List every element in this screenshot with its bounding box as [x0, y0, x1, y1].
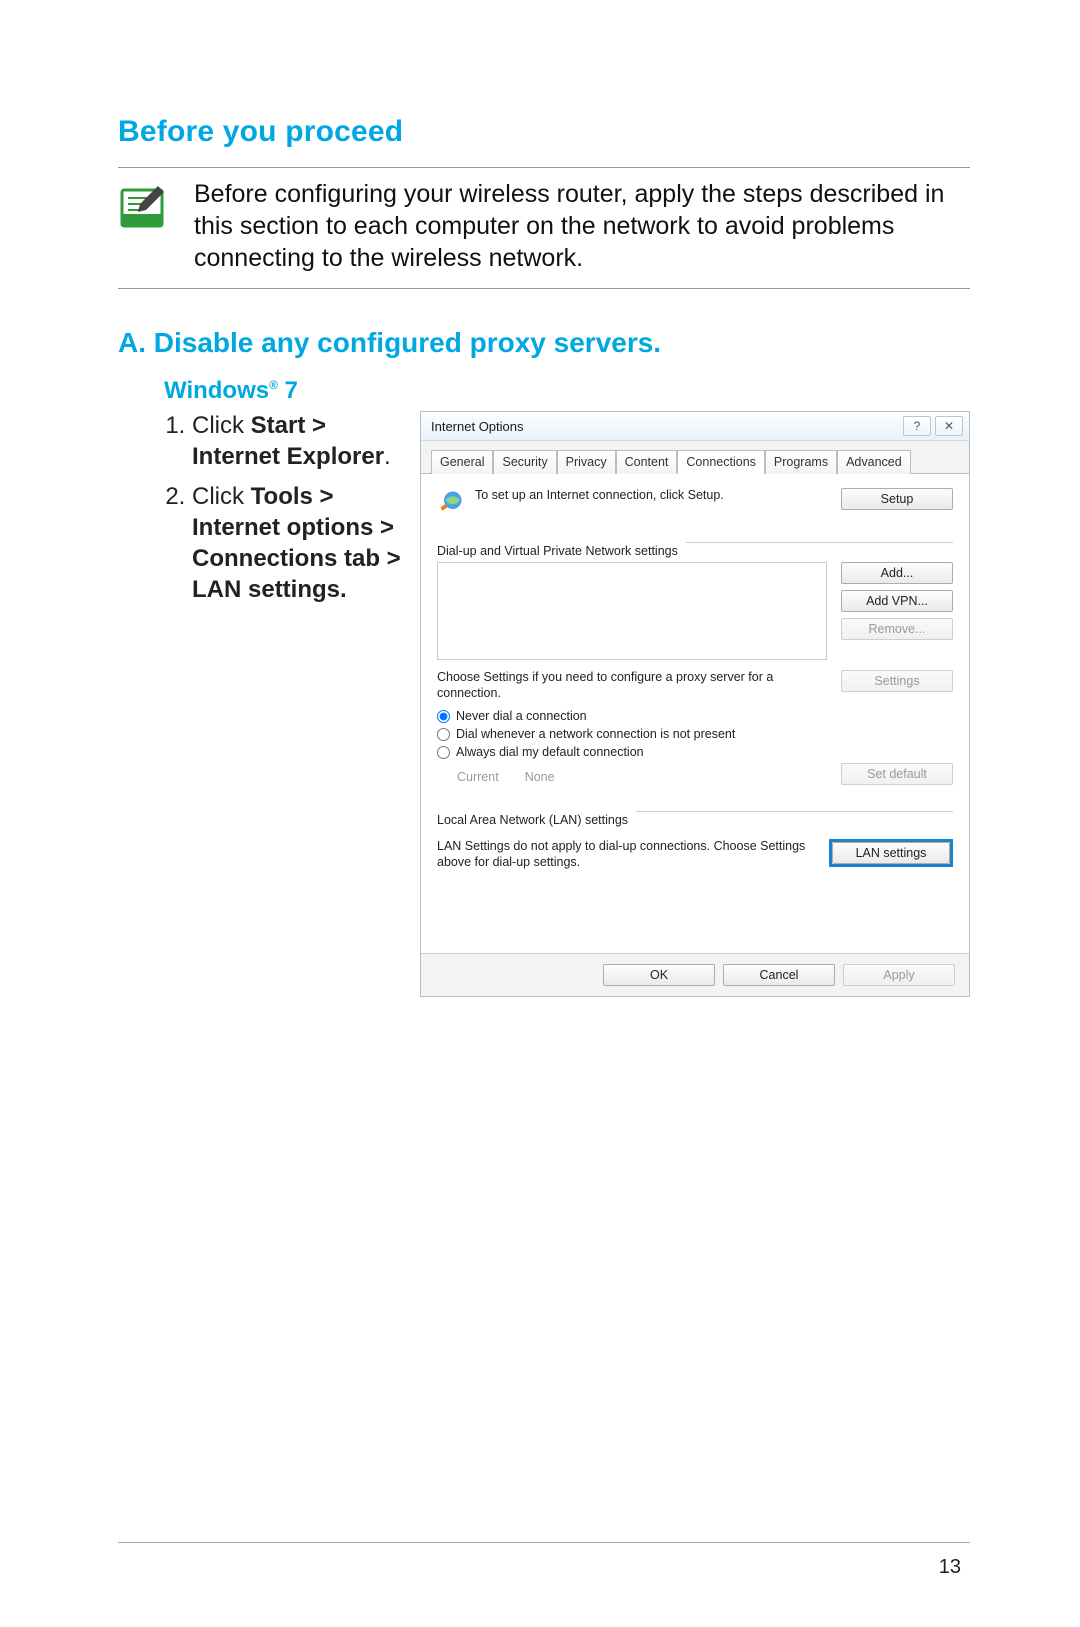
radio-label: Never dial a connection — [456, 709, 587, 723]
globe-icon — [437, 488, 465, 516]
current-label: Current — [457, 770, 499, 784]
group-dialup-label: Dial-up and Virtual Private Network sett… — [437, 544, 678, 558]
settings-button[interactable]: Settings — [841, 670, 953, 692]
close-icon[interactable]: ✕ — [935, 416, 963, 436]
heading-os: Windows® 7 — [164, 377, 970, 405]
set-default-button[interactable]: Set default — [841, 763, 953, 785]
step-1: Click Start > Internet Explorer. — [192, 411, 412, 472]
tab-privacy[interactable]: Privacy — [557, 450, 616, 474]
radio-always-dial[interactable]: Always dial my default connection — [437, 745, 953, 759]
steps-list: Click Start > Internet Explorer. Click T… — [164, 411, 412, 605]
heading-section-a: A. Disable any configured proxy servers. — [118, 327, 970, 359]
add-button[interactable]: Add... — [841, 562, 953, 584]
os-version: 7 — [278, 377, 298, 404]
lan-help-text: LAN Settings do not apply to dial-up con… — [437, 839, 815, 870]
lan-settings-button[interactable]: LAN settings — [832, 842, 950, 864]
remove-button[interactable]: Remove... — [841, 618, 953, 640]
dialog-tabs: General Security Privacy Content Connect… — [421, 441, 969, 474]
step-text: Click — [192, 412, 251, 439]
tab-content[interactable]: Content — [616, 450, 678, 474]
group-lan-label: Local Area Network (LAN) settings — [437, 813, 628, 827]
radio-input[interactable] — [437, 710, 450, 723]
ok-button[interactable]: OK — [603, 964, 715, 986]
help-icon[interactable]: ? — [903, 416, 931, 436]
radio-input[interactable] — [437, 728, 450, 741]
radio-input[interactable] — [437, 746, 450, 759]
step-2: Click Tools > Internet options > Connect… — [192, 482, 412, 605]
page-number: 13 — [939, 1556, 961, 1579]
tab-advanced[interactable]: Advanced — [837, 450, 911, 474]
current-value: None — [525, 770, 555, 784]
setup-text: To set up an Internet connection, click … — [475, 488, 831, 504]
note-text: Before configuring your wireless router,… — [194, 178, 970, 274]
add-vpn-button[interactable]: Add VPN... — [841, 590, 953, 612]
radio-label: Dial whenever a network connection is no… — [456, 727, 735, 741]
dialog-footer: OK Cancel Apply — [421, 953, 969, 996]
tab-programs[interactable]: Programs — [765, 450, 837, 474]
radio-dial-whenever[interactable]: Dial whenever a network connection is no… — [437, 727, 953, 741]
registered-mark: ® — [269, 378, 278, 392]
heading-before-you-proceed: Before you proceed — [118, 115, 970, 149]
radio-label: Always dial my default connection — [456, 745, 644, 759]
step-text: . — [384, 443, 391, 470]
os-name: Windows — [164, 377, 269, 404]
tab-general[interactable]: General — [431, 450, 493, 474]
tab-security[interactable]: Security — [493, 450, 556, 474]
connections-listbox[interactable] — [437, 562, 827, 660]
radio-never-dial[interactable]: Never dial a connection — [437, 709, 953, 723]
divider — [118, 288, 970, 289]
cancel-button[interactable]: Cancel — [723, 964, 835, 986]
lan-settings-highlight: LAN settings — [829, 839, 953, 867]
apply-button[interactable]: Apply — [843, 964, 955, 986]
tab-connections[interactable]: Connections — [677, 450, 765, 474]
dialog-title: Internet Options — [431, 419, 524, 434]
proxy-help-text: Choose Settings if you need to configure… — [437, 670, 827, 701]
dialog-titlebar: Internet Options ? ✕ — [421, 412, 969, 441]
footer-divider — [118, 1542, 970, 1543]
divider — [686, 542, 953, 543]
setup-button[interactable]: Setup — [841, 488, 953, 510]
note-icon — [118, 184, 166, 232]
divider — [636, 811, 953, 812]
step-text: Click — [192, 483, 251, 510]
internet-options-dialog: Internet Options ? ✕ General Security Pr… — [420, 411, 970, 997]
